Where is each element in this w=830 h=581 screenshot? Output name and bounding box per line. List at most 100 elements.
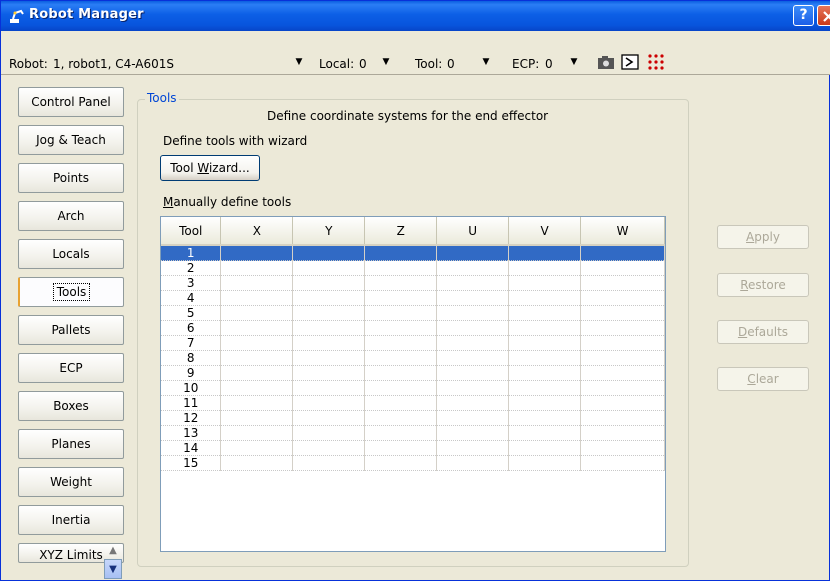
dropdown-arrow-icon[interactable]: ▼ xyxy=(566,53,582,71)
help-icon[interactable]: ? xyxy=(793,5,814,26)
cell[interactable] xyxy=(220,455,294,471)
cell[interactable] xyxy=(436,365,510,381)
cell[interactable] xyxy=(292,380,366,396)
table-row[interactable]: 10 xyxy=(161,380,665,396)
title-bar[interactable]: Robot Manager ? xyxy=(1,1,830,31)
column-header[interactable]: X xyxy=(220,217,294,246)
scroll-up-icon[interactable]: ▲ xyxy=(104,541,122,561)
cell[interactable] xyxy=(292,275,366,291)
cell[interactable] xyxy=(220,245,294,261)
cell[interactable] xyxy=(580,335,665,351)
cell[interactable] xyxy=(364,395,438,411)
scroll-down-icon[interactable]: ▼ xyxy=(104,559,122,579)
cell[interactable] xyxy=(220,305,294,321)
cell[interactable] xyxy=(220,335,294,351)
tab-arch[interactable]: Arch xyxy=(18,201,124,231)
column-header[interactable]: V xyxy=(508,217,582,246)
clear-button[interactable]: Clear xyxy=(717,367,809,391)
cell[interactable] xyxy=(436,395,510,411)
table-row[interactable]: 1 xyxy=(161,245,665,261)
cell[interactable] xyxy=(364,380,438,396)
close-icon[interactable] xyxy=(817,5,830,26)
cell[interactable] xyxy=(436,305,510,321)
cell[interactable] xyxy=(220,320,294,336)
cell[interactable] xyxy=(220,350,294,366)
cell[interactable] xyxy=(508,335,582,351)
cell[interactable] xyxy=(364,290,438,306)
cell[interactable] xyxy=(436,245,510,261)
cell[interactable] xyxy=(220,380,294,396)
cell[interactable] xyxy=(580,350,665,366)
cell[interactable] xyxy=(508,260,582,276)
table-row[interactable]: 11 xyxy=(161,395,665,411)
cell[interactable] xyxy=(580,410,665,426)
cell[interactable] xyxy=(436,440,510,456)
tab-ecp[interactable]: ECP xyxy=(18,353,124,383)
tools-grid[interactable]: Tool X Y Z U V W 1 2 3 4 5 6 7 8 9 10 11… xyxy=(160,216,666,552)
tab-tools[interactable]: Tools xyxy=(18,277,124,307)
cell[interactable] xyxy=(508,305,582,321)
tool-wizard-button[interactable]: Tool Wizard... xyxy=(160,155,260,181)
cell[interactable] xyxy=(292,290,366,306)
column-header[interactable]: U xyxy=(436,217,510,246)
cell[interactable] xyxy=(508,275,582,291)
cell[interactable] xyxy=(436,335,510,351)
cell[interactable] xyxy=(436,260,510,276)
cell[interactable] xyxy=(508,290,582,306)
table-row[interactable]: 12 xyxy=(161,410,665,426)
tab-pallets[interactable]: Pallets xyxy=(18,315,124,345)
cell[interactable] xyxy=(580,365,665,381)
cell[interactable] xyxy=(580,305,665,321)
cell[interactable] xyxy=(580,290,665,306)
cell[interactable] xyxy=(220,275,294,291)
cell[interactable] xyxy=(364,320,438,336)
cell[interactable] xyxy=(580,395,665,411)
cell[interactable] xyxy=(436,290,510,306)
cell[interactable] xyxy=(580,425,665,441)
cell[interactable] xyxy=(508,320,582,336)
table-row[interactable]: 3 xyxy=(161,275,665,291)
cell[interactable] xyxy=(364,455,438,471)
cell[interactable] xyxy=(436,455,510,471)
dropdown-arrow-icon[interactable]: ▼ xyxy=(478,53,494,71)
cell[interactable] xyxy=(508,410,582,426)
cell[interactable] xyxy=(220,425,294,441)
cell[interactable] xyxy=(436,425,510,441)
table-row[interactable]: 2 xyxy=(161,260,665,276)
cell[interactable] xyxy=(364,245,438,261)
column-header[interactable]: Tool xyxy=(161,217,222,246)
cell[interactable] xyxy=(508,350,582,366)
tool-select[interactable]: 0 xyxy=(447,57,455,71)
cell[interactable] xyxy=(436,320,510,336)
cell[interactable] xyxy=(580,260,665,276)
table-row[interactable]: 7 xyxy=(161,335,665,351)
cell[interactable] xyxy=(508,425,582,441)
cell[interactable] xyxy=(292,395,366,411)
defaults-button[interactable]: Defaults xyxy=(717,320,809,344)
table-row[interactable]: 8 xyxy=(161,350,665,366)
dropdown-arrow-icon[interactable]: ▼ xyxy=(378,53,394,71)
cell[interactable] xyxy=(292,425,366,441)
cell[interactable] xyxy=(220,395,294,411)
cell[interactable] xyxy=(292,350,366,366)
cell[interactable] xyxy=(292,320,366,336)
table-row[interactable]: 5 xyxy=(161,305,665,321)
apply-button[interactable]: Apply xyxy=(717,225,809,249)
cell[interactable] xyxy=(292,245,366,261)
cell[interactable] xyxy=(364,260,438,276)
tab-weight[interactable]: Weight xyxy=(18,467,124,497)
camera-icon[interactable] xyxy=(597,53,615,71)
cell[interactable] xyxy=(580,440,665,456)
tab-inertia[interactable]: Inertia xyxy=(18,505,124,535)
cell[interactable] xyxy=(436,380,510,396)
restore-button[interactable]: Restore xyxy=(717,273,809,297)
cell[interactable] xyxy=(292,410,366,426)
tab-planes[interactable]: Planes xyxy=(18,429,124,459)
local-select[interactable]: 0 xyxy=(359,57,367,71)
cell[interactable] xyxy=(436,275,510,291)
cell[interactable] xyxy=(508,245,582,261)
cell[interactable] xyxy=(292,365,366,381)
cell[interactable] xyxy=(436,410,510,426)
tab-points[interactable]: Points xyxy=(18,163,124,193)
cell[interactable] xyxy=(364,305,438,321)
